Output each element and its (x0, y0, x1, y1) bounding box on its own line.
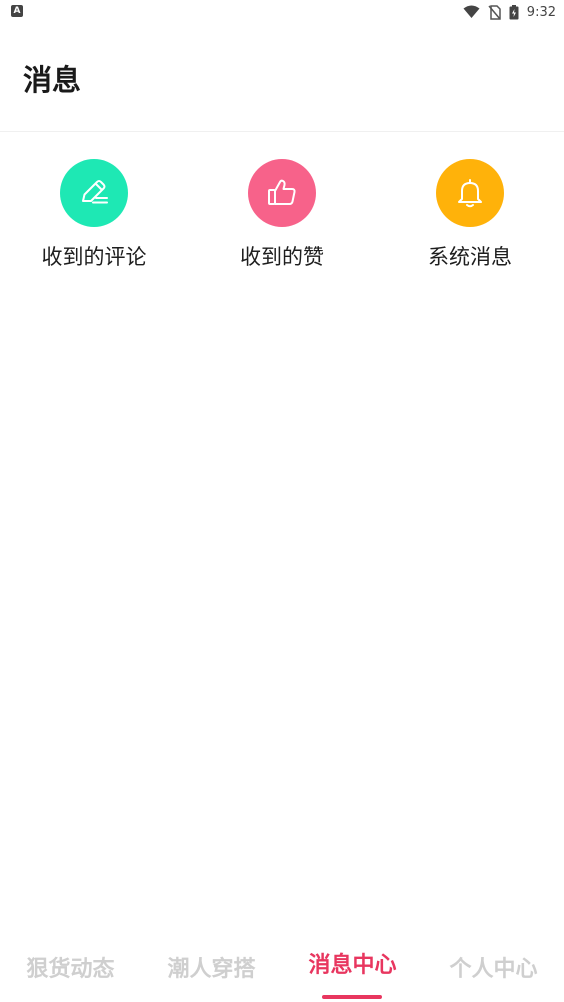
tab-personal-center[interactable]: 个人中心 (423, 950, 564, 990)
category-comments[interactable]: 收到的评论 (9, 159, 179, 279)
comments-icon-circle (60, 159, 128, 227)
likes-icon-circle (248, 159, 316, 227)
battery-icon (509, 4, 519, 19)
category-label: 收到的赞 (240, 245, 324, 269)
app-notification-icon: A (11, 5, 23, 17)
wifi-icon (463, 5, 480, 18)
page-title: 消息 (23, 63, 82, 97)
category-label: 系统消息 (428, 245, 512, 269)
active-tab-indicator (322, 995, 382, 999)
tab-hot-goods[interactable]: 狠货动态 (0, 950, 141, 990)
bottom-tab-bar: 狠货动态 潮人穿搭 消息中心 个人中心 (0, 936, 564, 1002)
pencil-icon (82, 180, 108, 204)
status-bar: A 9:32 (0, 0, 564, 24)
no-sim-icon (488, 4, 501, 20)
system-icon-circle (436, 159, 504, 227)
status-icons: 9:32 (463, 3, 556, 21)
thumbs-up-icon (268, 179, 296, 205)
category-system[interactable]: 系统消息 (385, 159, 555, 279)
clock: 9:32 (526, 4, 556, 20)
bell-icon (458, 179, 482, 208)
category-label: 收到的评论 (41, 245, 147, 269)
category-likes[interactable]: 收到的赞 (197, 159, 367, 279)
tab-message-center[interactable]: 消息中心 (282, 946, 423, 986)
header: 消息 (0, 24, 564, 132)
message-categories: 收到的评论 收到的赞 系统消息 (0, 159, 564, 279)
tab-trendy-outfits[interactable]: 潮人穿搭 (141, 950, 282, 990)
